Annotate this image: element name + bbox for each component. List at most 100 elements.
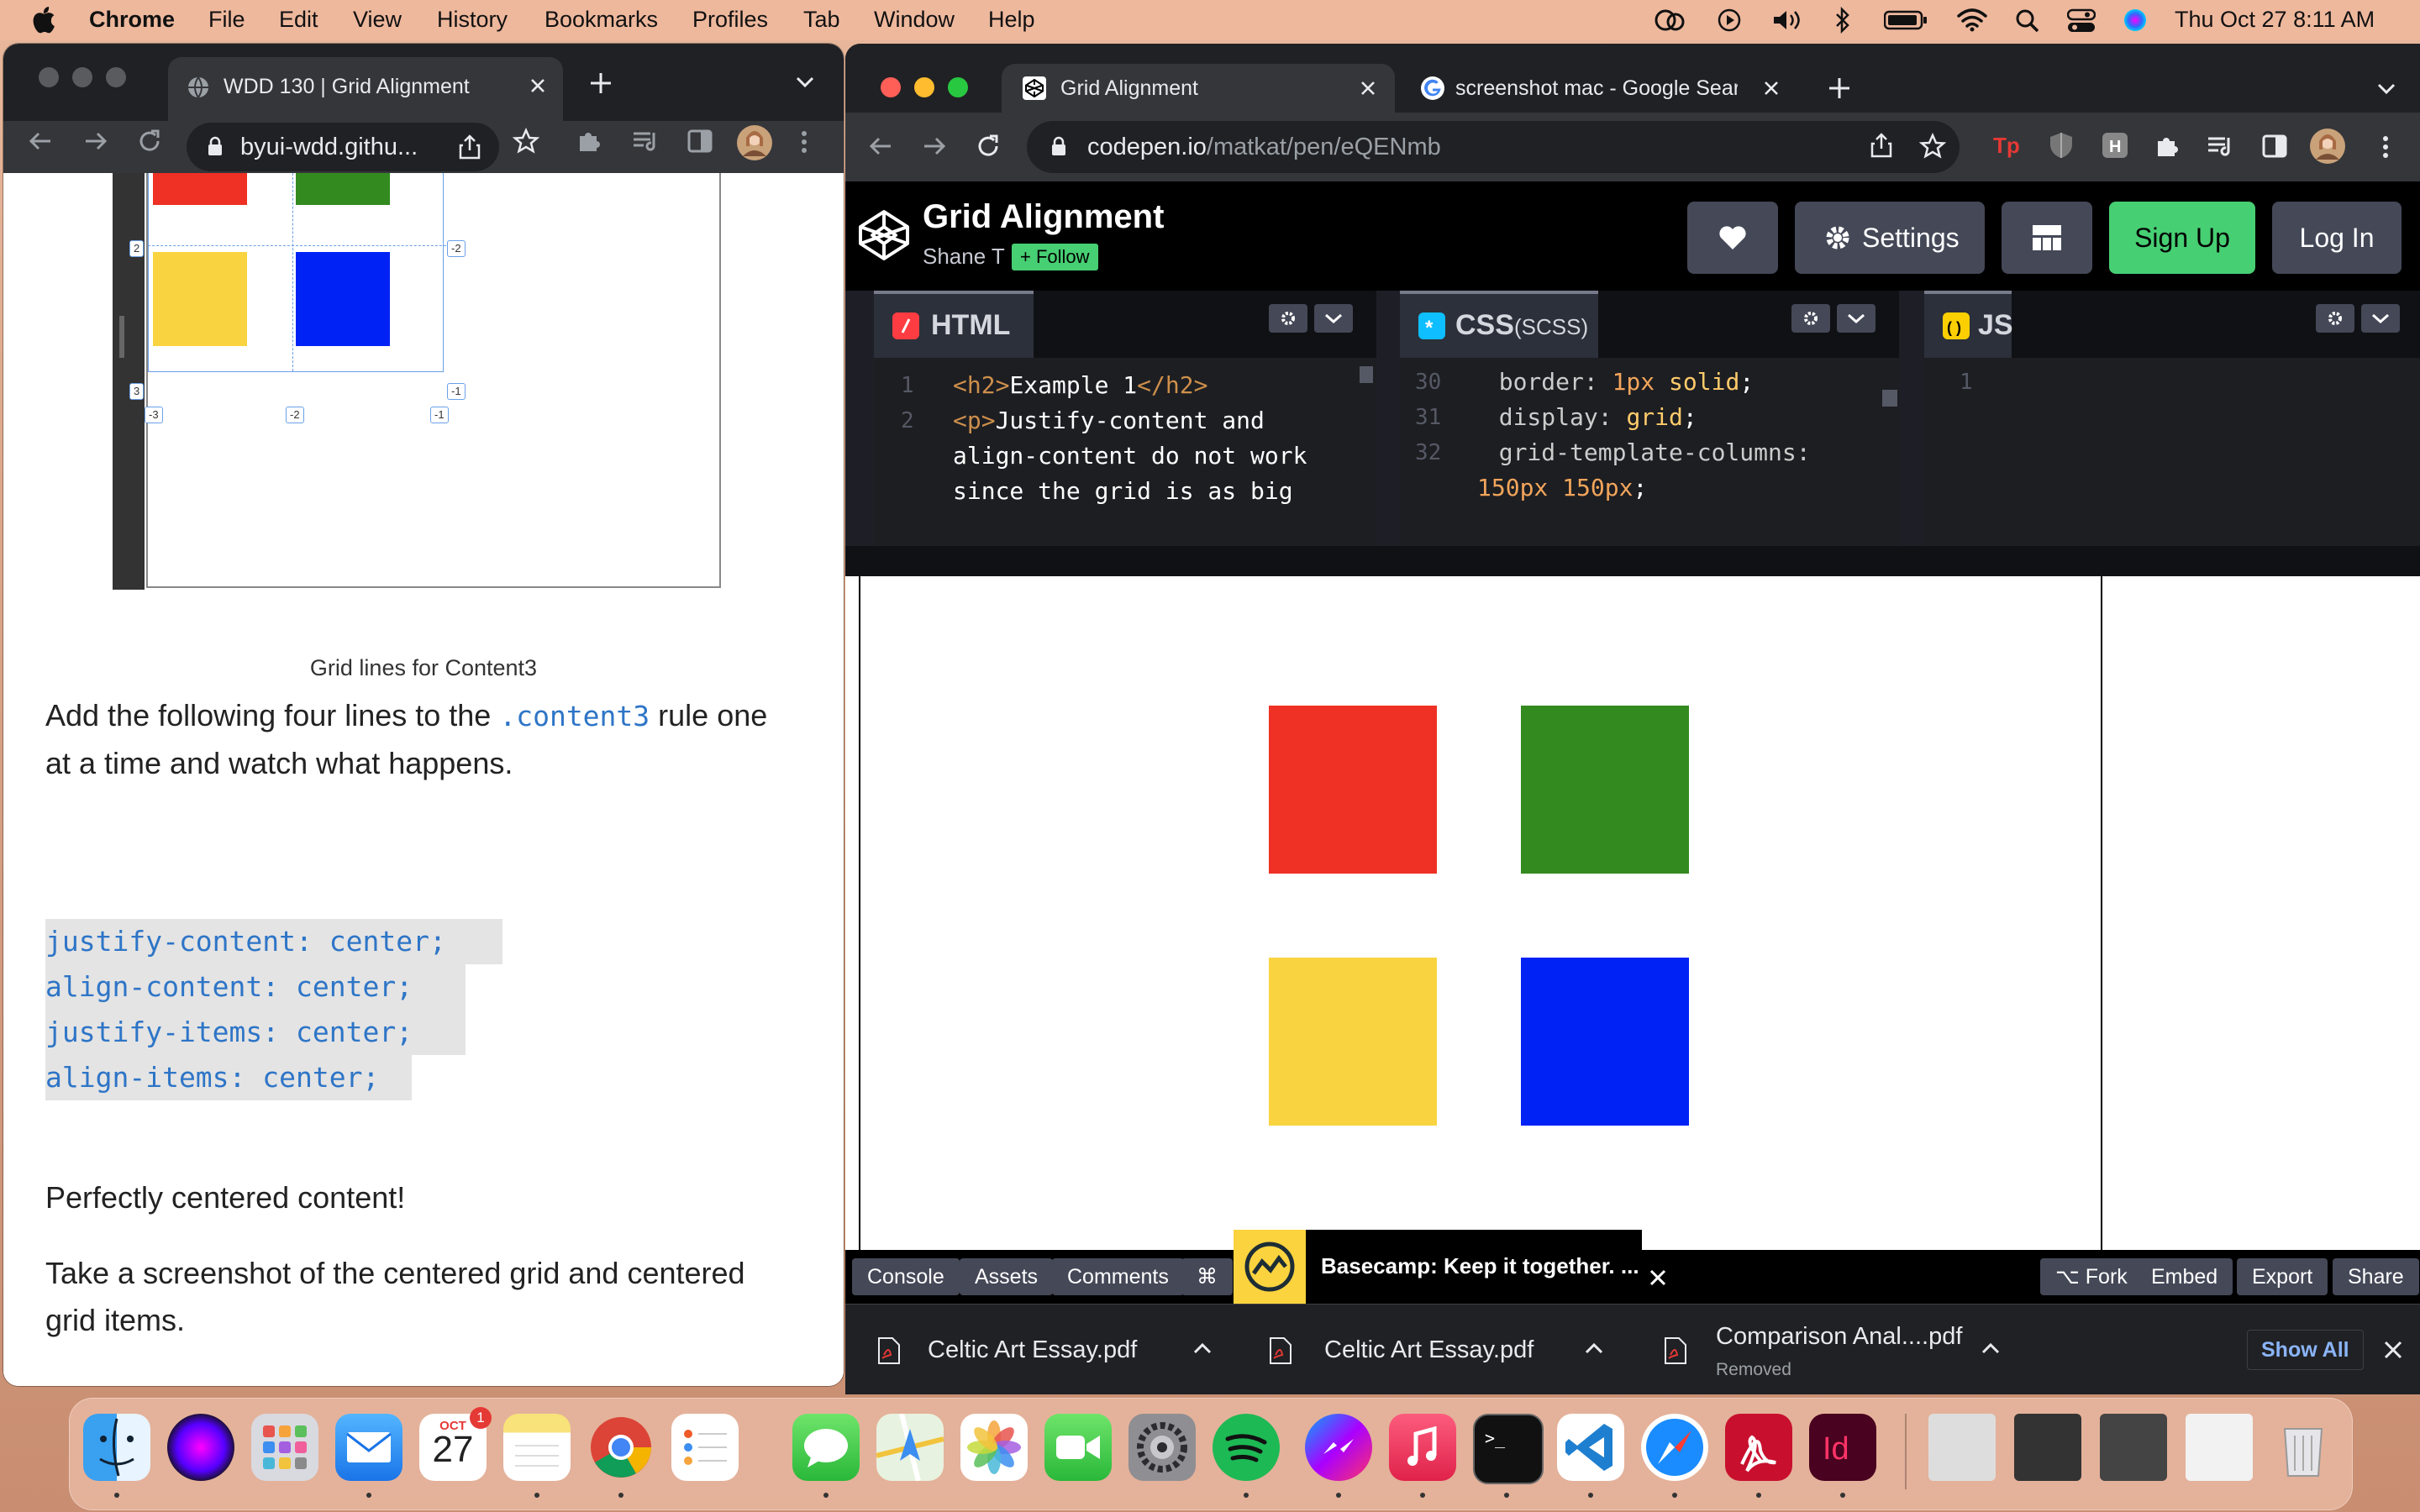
media-control-icon[interactable] xyxy=(632,129,659,153)
download-chevron-up-icon[interactable] xyxy=(1193,1341,1212,1355)
css-editor-tab[interactable]: * CSS (SCSS) xyxy=(1400,291,1598,358)
html-code-line[interactable]: align-content do not work xyxy=(953,438,1307,474)
css-code-line[interactable]: 150px 150px; xyxy=(1477,470,1647,506)
export-button[interactable]: Export xyxy=(2237,1258,2328,1295)
bookmark-star-icon[interactable] xyxy=(1919,133,1946,160)
address-bar[interactable]: codepen.io/matkat/pen/eQENmb xyxy=(1027,121,1960,173)
address-bar[interactable]: byui-wdd.githu... xyxy=(187,123,499,171)
close-tab-icon[interactable] xyxy=(528,76,548,96)
menu-tab[interactable]: Tab xyxy=(803,0,840,40)
menu-file[interactable]: File xyxy=(208,0,245,40)
minimized-window-thumbnail[interactable] xyxy=(2100,1414,2167,1481)
minimize-window-button[interactable] xyxy=(72,67,92,87)
media-control-icon[interactable] xyxy=(2207,134,2233,158)
siri-app-icon[interactable] xyxy=(167,1414,234,1481)
keyboard-shortcuts-button[interactable]: ⌘ xyxy=(1181,1258,1233,1295)
terminal-icon[interactable]: >_ xyxy=(1473,1414,1544,1484)
love-button[interactable] xyxy=(1687,202,1778,274)
tab-wdd130[interactable]: WDD 130 | Grid Alignment xyxy=(168,57,563,121)
pen-author[interactable]: Shane T xyxy=(923,244,1005,270)
css-code-line[interactable]: display: grid; xyxy=(1470,400,1697,435)
control-center-icon[interactable] xyxy=(2067,8,2096,34)
reload-icon[interactable] xyxy=(136,128,163,155)
console-button[interactable]: Console xyxy=(852,1258,960,1295)
share-icon[interactable] xyxy=(1870,133,1892,158)
close-tab-icon[interactable] xyxy=(1761,78,1781,98)
launchpad-icon[interactable] xyxy=(251,1414,318,1481)
system-preferences-icon[interactable] xyxy=(1128,1414,1196,1481)
embed-button[interactable]: Embed xyxy=(2136,1258,2233,1295)
tab-search-chevron-icon[interactable] xyxy=(2376,82,2396,96)
css-collapse-button[interactable] xyxy=(1837,304,1876,333)
css-scrollbar[interactable] xyxy=(1882,390,1897,407)
js-settings-button[interactable] xyxy=(2316,304,2354,333)
show-all-downloads-button[interactable]: Show All xyxy=(2247,1330,2364,1370)
html-settings-button[interactable] xyxy=(1269,304,1307,333)
download-item[interactable]: Celtic Art Essay.pdf xyxy=(845,1305,1232,1394)
minimized-window-thumbnail[interactable] xyxy=(1928,1414,1996,1481)
html-code-line[interactable]: <h2>Example 1</h2> xyxy=(953,368,1207,403)
side-panel-icon[interactable] xyxy=(687,129,713,153)
chrome-icon[interactable] xyxy=(587,1414,655,1481)
new-tab-icon[interactable] xyxy=(588,71,613,96)
spotify-icon[interactable] xyxy=(1213,1414,1280,1481)
zoom-window-button[interactable] xyxy=(948,77,968,97)
download-chevron-up-icon[interactable] xyxy=(1585,1341,1603,1355)
creative-cloud-icon[interactable] xyxy=(1654,8,1687,32)
profile-avatar[interactable] xyxy=(736,124,773,161)
menu-history[interactable]: History xyxy=(437,0,508,40)
css-code-line[interactable]: border: 1px solid; xyxy=(1470,365,1754,400)
menu-view[interactable]: View xyxy=(353,0,402,40)
close-downloads-icon[interactable] xyxy=(2383,1340,2403,1360)
share-button[interactable]: Share xyxy=(2333,1258,2419,1295)
profile-avatar[interactable] xyxy=(2309,128,2346,165)
browser-menu-kebab-icon[interactable] xyxy=(800,129,808,155)
assets-button[interactable]: Assets xyxy=(960,1258,1054,1295)
follow-button[interactable]: + Follow xyxy=(1012,244,1098,270)
tab-google-search[interactable]: screenshot mac - Google Search xyxy=(1397,64,1790,113)
volume-icon[interactable] xyxy=(1771,8,1805,32)
photos-icon[interactable] xyxy=(960,1414,1028,1481)
minimized-window-thumbnail[interactable] xyxy=(2186,1414,2253,1481)
css-settings-button[interactable] xyxy=(1791,304,1830,333)
trash-icon[interactable] xyxy=(2270,1414,2337,1481)
close-ad-icon[interactable] xyxy=(1647,1267,1669,1289)
mail-icon[interactable] xyxy=(335,1414,402,1481)
tab-grid-alignment[interactable]: Grid Alignment xyxy=(1002,64,1395,113)
settings-button[interactable]: Settings xyxy=(1795,202,1985,274)
new-tab-icon[interactable] xyxy=(1827,76,1852,101)
forward-arrow-icon[interactable] xyxy=(82,128,109,155)
bookmark-star-icon[interactable] xyxy=(513,128,539,155)
side-panel-icon[interactable] xyxy=(2262,134,2287,158)
extensions-puzzle-icon[interactable] xyxy=(2154,133,2180,158)
menu-help[interactable]: Help xyxy=(988,0,1035,40)
download-chevron-up-icon[interactable] xyxy=(1981,1341,2000,1355)
vscode-icon[interactable] xyxy=(1557,1414,1624,1481)
facetime-icon[interactable] xyxy=(1044,1414,1112,1481)
menu-profiles[interactable]: Profiles xyxy=(692,0,768,40)
shield-extension-icon[interactable] xyxy=(2049,131,2074,160)
reload-icon[interactable] xyxy=(975,133,1002,160)
maps-icon[interactable] xyxy=(876,1414,944,1481)
notes-icon[interactable] xyxy=(503,1414,571,1481)
h-extension-icon[interactable]: H xyxy=(2101,131,2129,160)
layout-button[interactable] xyxy=(2002,202,2092,274)
finder-icon[interactable] xyxy=(83,1414,150,1481)
tab-search-chevron-icon[interactable] xyxy=(795,76,815,89)
log-in-button[interactable]: Log In xyxy=(2272,202,2402,274)
html-code-line[interactable]: since the grid is as big xyxy=(953,474,1293,509)
bluetooth-icon[interactable] xyxy=(1833,7,1852,34)
messenger-icon[interactable] xyxy=(1305,1414,1372,1481)
calendar-icon[interactable]: OCT 27 1 xyxy=(419,1407,492,1481)
back-arrow-icon[interactable] xyxy=(867,133,894,160)
editor-resize-gutter[interactable] xyxy=(845,546,2420,576)
siri-icon[interactable] xyxy=(2123,8,2148,33)
pen-title[interactable]: Grid Alignment xyxy=(923,198,1164,236)
minimize-window-button[interactable] xyxy=(914,77,934,97)
zoom-window-button[interactable] xyxy=(106,67,126,87)
fork-button[interactable]: ⌥ Fork xyxy=(2040,1258,2143,1295)
battery-icon[interactable] xyxy=(1884,10,1928,30)
sign-up-button[interactable]: Sign Up xyxy=(2109,202,2255,274)
html-editor-tab[interactable]: HTML xyxy=(874,291,1034,358)
close-window-button[interactable] xyxy=(39,67,59,87)
